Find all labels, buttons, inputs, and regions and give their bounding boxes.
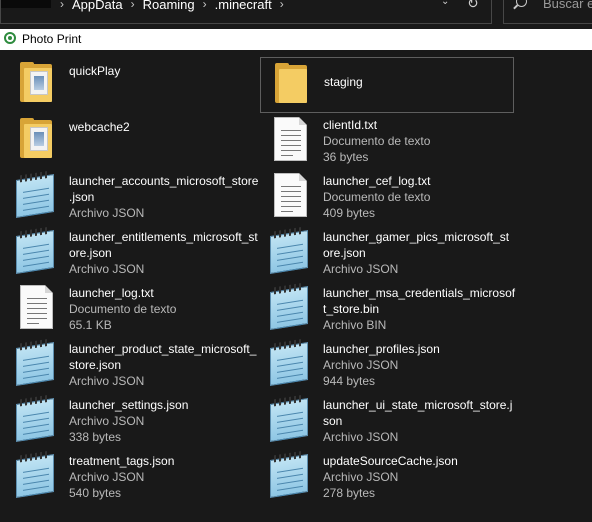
file-name: updateSourceCache.json [323, 454, 458, 468]
file-size: 278 bytes [323, 486, 376, 500]
json-file-icon [266, 394, 314, 443]
folder-icon [267, 60, 315, 108]
json-file-icon [12, 394, 60, 443]
file-name: quickPlay [69, 64, 121, 78]
search-input[interactable]: Buscar en [503, 0, 592, 24]
search-icon [516, 0, 527, 7]
json-file-icon [266, 282, 314, 331]
file-type: Archivo JSON [323, 262, 399, 276]
file-type: Archivo JSON [69, 414, 145, 428]
search-placeholder: Buscar en [543, 0, 592, 11]
file-item[interactable]: launcher_log.txt Documento de texto 65.1 K… [6, 281, 260, 337]
file-type: Archivo JSON [69, 470, 145, 484]
file-size: 409 bytes [323, 206, 376, 220]
file-name: launcher_gamer_pics_microsoft_st ore.jso… [323, 230, 510, 260]
json-file-icon [12, 170, 60, 219]
crumb-appdata[interactable]: AppData [67, 0, 128, 12]
file-type: Archivo JSON [69, 374, 145, 388]
json-file-icon [266, 226, 314, 275]
file-type: Archivo JSON [69, 206, 145, 220]
chevron-right-icon: › [130, 0, 135, 11]
file-size: 944 bytes [323, 374, 376, 388]
file-name: launcher_product_state_microsoft_ store.… [69, 342, 257, 372]
chevron-right-icon[interactable]: › [277, 0, 287, 11]
folder-with-paper-icon [12, 115, 60, 163]
bookmarks-bar: Photo Print [0, 29, 592, 50]
file-name: launcher_entitlements_microsoft_st ore.j… [69, 230, 258, 260]
file-name: staging [324, 75, 363, 89]
file-item[interactable]: launcher_msa_credentials_microsof t_stor… [260, 281, 516, 337]
bookmark-photo-print[interactable]: Photo Print [22, 32, 81, 46]
file-item[interactable]: webcache2 [6, 113, 260, 169]
json-file-icon [12, 338, 60, 387]
file-type: Archivo JSON [323, 470, 399, 484]
file-size: 338 bytes [69, 430, 122, 444]
file-item[interactable]: launcher_profiles.json Archivo JSON 944 by… [260, 337, 514, 393]
file-item[interactable]: launcher_cef_log.txt Documento de texto 40… [260, 169, 514, 225]
file-type: Archivo JSON [323, 430, 399, 444]
file-item[interactable]: updateSourceCache.json Archivo JSON 278 by… [260, 449, 514, 505]
crumb-minecraft[interactable]: .minecraft [210, 0, 277, 12]
file-item[interactable]: quickPlay [6, 57, 260, 113]
file-name: launcher_profiles.json [323, 342, 440, 356]
file-name: launcher_settings.json [69, 398, 189, 412]
file-name: launcher_log.txt [69, 286, 154, 300]
text-document-icon [12, 283, 60, 331]
file-name: launcher_accounts_microsoft_store .json [69, 174, 259, 204]
file-item[interactable]: launcher_settings.json Archivo JSON 338 by… [6, 393, 260, 449]
file-name: launcher_msa_credentials_microsof t_stor… [323, 286, 516, 316]
file-item[interactable]: launcher_entitlements_microsoft_st ore.j… [6, 225, 260, 281]
refresh-icon[interactable]: ↻ [467, 0, 479, 12]
file-name: webcache2 [69, 120, 130, 134]
json-file-icon [12, 450, 60, 499]
file-name: clientId.txt [323, 118, 378, 132]
crumb-roaming[interactable]: Roaming [138, 0, 200, 12]
file-item[interactable]: launcher_gamer_pics_microsoft_st ore.jso… [260, 225, 514, 281]
text-document-icon [266, 115, 314, 163]
file-type: Archivo JSON [69, 262, 145, 276]
address-bar: › AppData › Roaming › .minecraft › ⌄ ↻ B… [0, 0, 592, 29]
redacted-path [1, 0, 51, 8]
file-size: 540 bytes [69, 486, 122, 500]
file-item[interactable]: launcher_ui_state_microsoft_store.j son A… [260, 393, 514, 449]
chevron-right-icon: › [60, 0, 64, 11]
file-type: Archivo JSON [323, 358, 399, 372]
breadcrumb[interactable]: › AppData › Roaming › .minecraft › ⌄ ↻ [0, 0, 492, 24]
file-type: Documento de texto [323, 134, 431, 148]
file-type: Documento de texto [323, 190, 431, 204]
file-item[interactable]: launcher_accounts_microsoft_store .json A… [6, 169, 260, 225]
file-name: treatment_tags.json [69, 454, 175, 468]
file-item[interactable]: staging [260, 57, 514, 113]
file-item[interactable]: clientId.txt Documento de texto 36 bytes [260, 113, 514, 169]
json-file-icon [12, 226, 60, 275]
chevron-right-icon: › [202, 0, 207, 11]
file-item[interactable]: treatment_tags.json Archivo JSON 540 bytes [6, 449, 260, 505]
file-size: 65.1 KB [69, 318, 112, 332]
json-file-icon [266, 338, 314, 387]
json-file-icon [266, 450, 314, 499]
text-document-icon [266, 171, 314, 219]
chevron-down-icon[interactable]: ⌄ [441, 0, 449, 7]
file-item[interactable]: launcher_product_state_microsoft_ store.… [6, 337, 260, 393]
file-size: 36 bytes [323, 150, 369, 164]
folder-with-paper-icon [12, 59, 60, 107]
photo-print-icon [4, 32, 16, 44]
file-type: Documento de texto [69, 302, 177, 316]
file-name: launcher_cef_log.txt [323, 174, 431, 188]
file-type: Archivo BIN [323, 318, 387, 332]
file-name: launcher_ui_state_microsoft_store.j son [323, 398, 513, 428]
